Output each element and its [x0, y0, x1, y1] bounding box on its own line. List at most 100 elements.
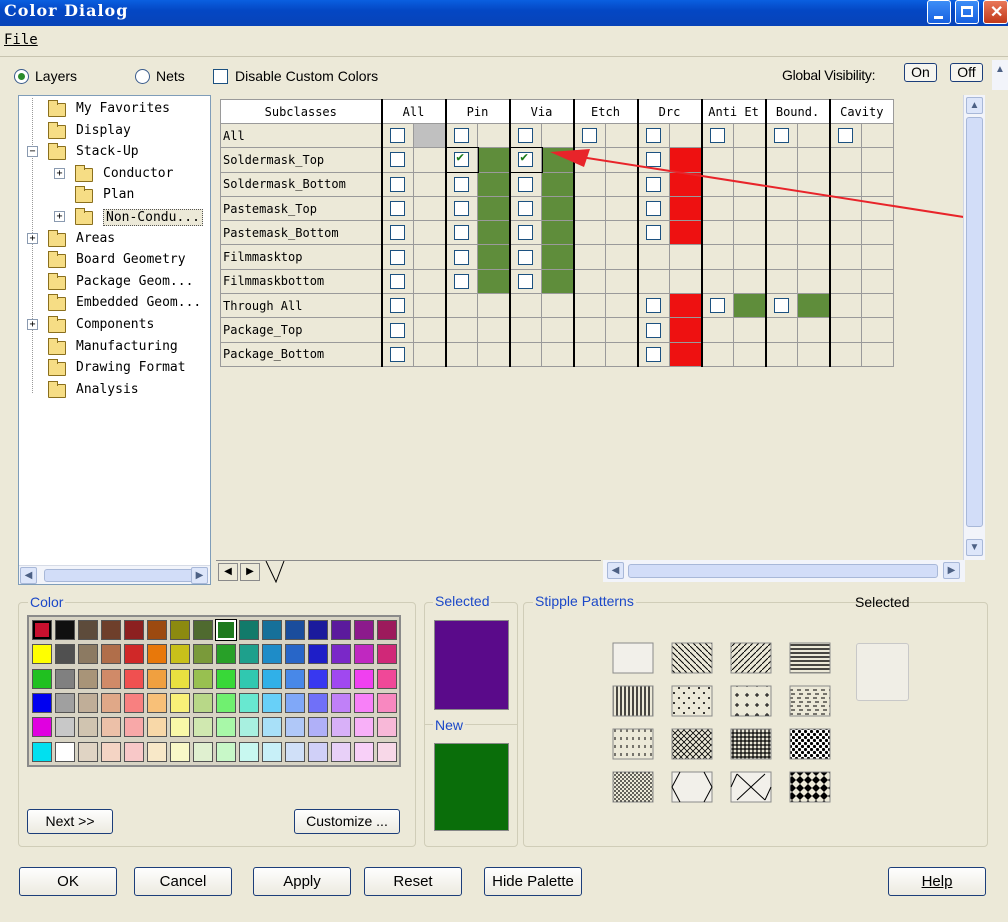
- grid-check-cell[interactable]: [636, 317, 670, 343]
- color-swatch[interactable]: [147, 692, 167, 713]
- grid-check-cell[interactable]: [508, 122, 542, 149]
- color-swatch[interactable]: [170, 692, 190, 713]
- tree-hscroll-thumb[interactable]: [44, 569, 196, 582]
- color-swatch[interactable]: [262, 741, 282, 762]
- grid-empty-cell[interactable]: [413, 317, 446, 343]
- tree-item[interactable]: + Areas: [19, 228, 210, 250]
- color-swatch[interactable]: [124, 644, 144, 665]
- grid-empty-cell[interactable]: [828, 341, 863, 367]
- grid-empty-cell[interactable]: [797, 317, 831, 343]
- stipple-dashes[interactable]: [789, 685, 831, 717]
- grid-empty-cell[interactable]: [700, 268, 734, 295]
- color-swatch[interactable]: [124, 620, 144, 640]
- color-swatch[interactable]: [101, 620, 121, 640]
- color-swatch-cell[interactable]: [477, 244, 510, 270]
- grid-check-cell[interactable]: [380, 317, 414, 343]
- grid-empty-cell[interactable]: [605, 244, 638, 270]
- visibility-checkbox[interactable]: [390, 322, 406, 338]
- grid-check-cell[interactable]: [380, 195, 414, 222]
- grid-check-cell[interactable]: [508, 146, 543, 174]
- color-swatch[interactable]: [216, 644, 236, 665]
- color-swatch[interactable]: [354, 717, 374, 738]
- grid-empty-cell[interactable]: [413, 195, 446, 222]
- color-swatch-cell[interactable]: [732, 293, 767, 319]
- visibility-checkbox[interactable]: [646, 346, 662, 362]
- color-swatch[interactable]: [331, 668, 351, 689]
- grid-check-cell[interactable]: [508, 220, 542, 246]
- color-swatch[interactable]: [32, 620, 52, 640]
- grid-empty-cell[interactable]: [444, 317, 478, 343]
- nets-radio[interactable]: [135, 69, 150, 84]
- color-swatch[interactable]: [78, 741, 98, 762]
- visibility-checkbox[interactable]: [774, 128, 790, 144]
- color-swatch-cell[interactable]: [669, 341, 702, 367]
- color-swatch[interactable]: [170, 741, 190, 762]
- color-swatch-cell[interactable]: [669, 293, 702, 319]
- color-swatch[interactable]: [216, 741, 236, 762]
- grid-empty-cell[interactable]: [732, 317, 767, 343]
- grid-empty-cell[interactable]: [413, 171, 446, 197]
- grid-empty-cell[interactable]: [828, 268, 863, 295]
- tree-hscrollbar[interactable]: ◀ ▶: [19, 565, 210, 584]
- color-swatch[interactable]: [331, 644, 351, 665]
- grid-check-cell[interactable]: [764, 293, 799, 319]
- disable-custom-colors-checkbox[interactable]: [213, 69, 228, 84]
- visibility-checkbox[interactable]: [454, 176, 470, 192]
- visibility-checkbox[interactable]: [390, 201, 406, 217]
- visibility-checkbox[interactable]: [518, 176, 534, 192]
- visibility-checkbox[interactable]: [710, 128, 726, 144]
- stipple-ticks[interactable]: [612, 728, 654, 760]
- color-palette[interactable]: [27, 615, 401, 767]
- tab-prev-icon[interactable]: ◀: [218, 563, 238, 581]
- grid-check-cell[interactable]: [444, 268, 478, 295]
- color-swatch[interactable]: [285, 620, 305, 640]
- grid-check-cell[interactable]: [636, 293, 670, 319]
- next-button[interactable]: Next >>: [27, 809, 113, 834]
- color-swatch[interactable]: [78, 717, 98, 738]
- grid-check-cell[interactable]: [380, 147, 414, 173]
- grid-empty-cell[interactable]: [732, 244, 767, 270]
- color-swatch[interactable]: [55, 741, 75, 762]
- visibility-checkbox[interactable]: [518, 273, 534, 289]
- grid-empty-cell[interactable]: [797, 244, 831, 270]
- color-swatch[interactable]: [308, 717, 328, 738]
- grid-empty-cell[interactable]: [700, 244, 734, 270]
- color-swatch[interactable]: [32, 717, 52, 738]
- grid-header[interactable]: Bound.: [764, 99, 831, 124]
- customize-button[interactable]: Customize ...: [294, 809, 400, 834]
- visibility-checkbox[interactable]: [454, 201, 470, 217]
- grid-empty-cell[interactable]: [861, 244, 895, 270]
- color-swatch[interactable]: [147, 620, 167, 640]
- color-swatch[interactable]: [262, 620, 282, 640]
- color-swatch[interactable]: [215, 619, 237, 641]
- maximize-button[interactable]: [955, 0, 979, 24]
- grid-empty-cell[interactable]: [797, 341, 831, 367]
- cancel-button[interactable]: Cancel: [134, 867, 232, 896]
- color-swatch[interactable]: [262, 717, 282, 738]
- grid-empty-cell[interactable]: [413, 293, 446, 319]
- visibility-checkbox[interactable]: [646, 298, 662, 314]
- tree-item[interactable]: Plan: [19, 184, 210, 206]
- grid-empty-cell[interactable]: [477, 317, 510, 343]
- grid-empty-cell[interactable]: [477, 341, 510, 367]
- color-swatch-cell[interactable]: [413, 122, 446, 149]
- grid-vscrollbar[interactable]: ▲ ▼: [963, 95, 985, 560]
- color-swatch[interactable]: [101, 741, 121, 762]
- color-swatch[interactable]: [377, 644, 397, 665]
- stipple-diag-up[interactable]: [730, 642, 772, 674]
- tree-item[interactable]: Package Geom...: [19, 271, 210, 293]
- grid-empty-cell[interactable]: [828, 244, 863, 270]
- grid-empty-cell[interactable]: [572, 341, 606, 367]
- grid-empty-cell[interactable]: [572, 317, 606, 343]
- color-swatch[interactable]: [262, 692, 282, 713]
- color-swatch[interactable]: [354, 668, 374, 689]
- visibility-checkbox[interactable]: [390, 225, 406, 241]
- grid-check-cell[interactable]: [444, 244, 478, 270]
- grid-empty-cell[interactable]: [413, 220, 446, 246]
- visibility-checkbox[interactable]: [518, 201, 534, 217]
- color-swatch[interactable]: [32, 668, 52, 689]
- help-button[interactable]: Help: [888, 867, 986, 896]
- grid-check-cell[interactable]: [508, 195, 542, 222]
- color-swatch[interactable]: [239, 717, 259, 738]
- grid-check-cell[interactable]: [380, 171, 414, 197]
